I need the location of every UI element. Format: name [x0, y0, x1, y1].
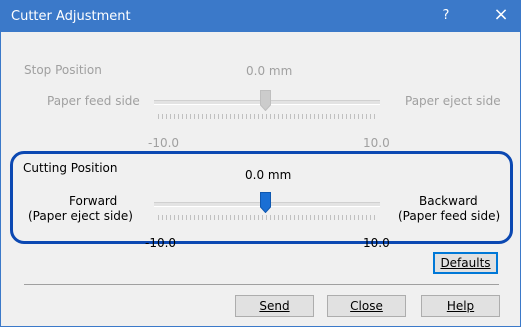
cutting-max-label: 10.0	[363, 236, 390, 250]
stop-min-label: -10.0	[148, 136, 180, 150]
cutting-left-label-line2: (Paper eject side)	[28, 209, 133, 223]
stop-position-ticks	[158, 114, 376, 119]
stop-max-label: 10.0	[363, 136, 390, 150]
cutting-position-label: Cutting Position	[23, 161, 118, 175]
cutting-left-label-line1: Forward	[69, 194, 118, 208]
window-title: Cutter Adjustment	[11, 9, 131, 24]
title-bar[interactable]: Cutter Adjustment ? ×	[1, 1, 520, 32]
stop-position-slider-thumb[interactable]	[260, 90, 271, 111]
stop-position-value: 0.0 mm	[246, 64, 293, 78]
cutting-position-slider-thumb[interactable]	[260, 192, 271, 213]
cutter-adjustment-dialog: Cutter Adjustment ? × Stop Position 0.0 …	[0, 0, 521, 327]
help-title-button[interactable]: ?	[438, 8, 454, 23]
cutting-position-value: 0.0 mm	[245, 168, 292, 182]
close-icon[interactable]: ×	[491, 4, 511, 25]
stop-right-label: Paper eject side	[405, 94, 501, 108]
stop-position-label: Stop Position	[24, 63, 102, 77]
cutting-right-label-line1: Backward	[419, 194, 478, 208]
cutting-min-label: -10.0	[145, 236, 177, 250]
close-button[interactable]: Close	[327, 295, 406, 317]
send-button[interactable]: Send	[235, 295, 314, 317]
help-button[interactable]: Help	[421, 295, 500, 317]
button-separator	[24, 284, 499, 285]
cutting-position-ticks	[158, 215, 376, 220]
stop-left-label: Paper feed side	[47, 94, 140, 108]
defaults-button[interactable]: Defaults	[433, 252, 498, 274]
cutting-right-label-line2: (Paper feed side)	[398, 209, 501, 223]
